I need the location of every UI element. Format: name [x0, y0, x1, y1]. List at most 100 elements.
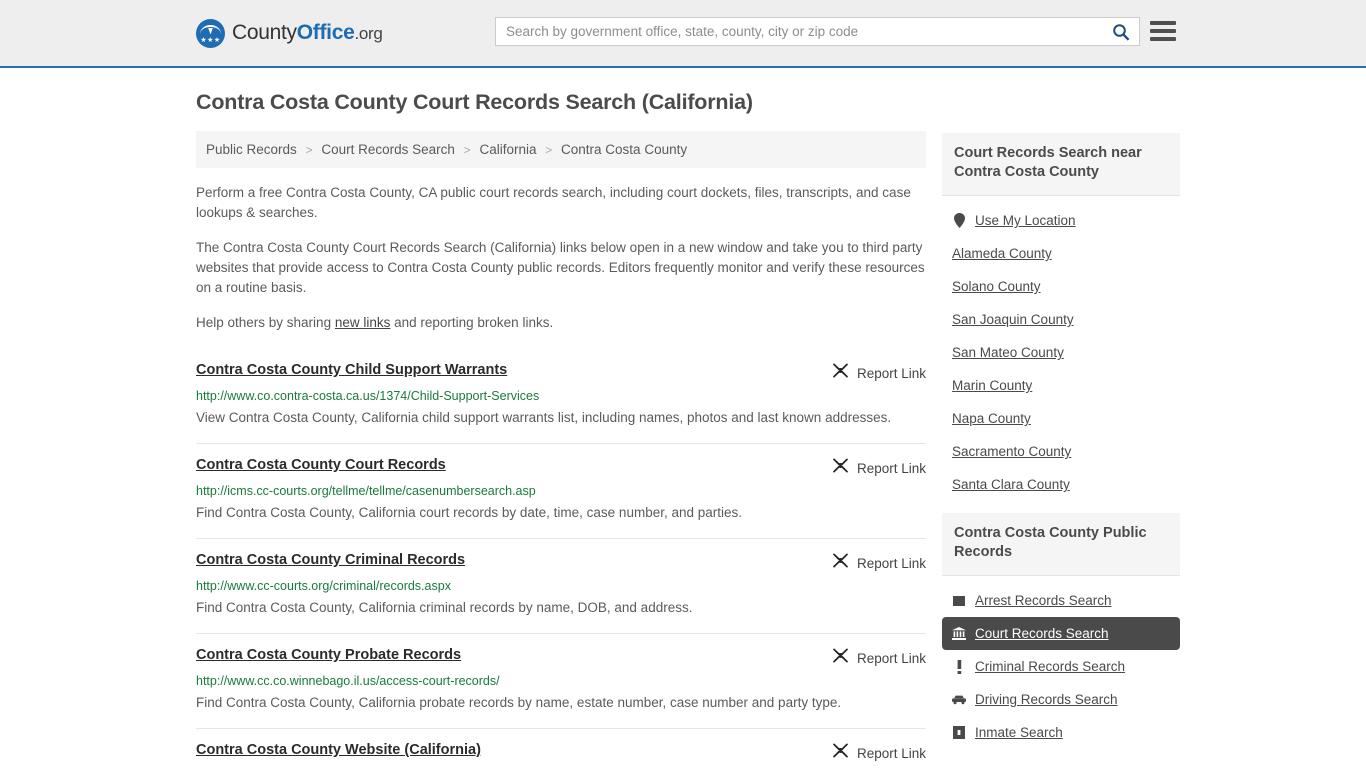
broken-link-icon [832, 362, 849, 384]
result-title-link[interactable]: Contra Costa County Probate Records [196, 646, 461, 665]
result-title-link[interactable]: Contra Costa County Child Support Warran… [196, 361, 507, 380]
sidebar-item-san-joaquin-county[interactable]: San Joaquin County [942, 303, 1180, 336]
result-url[interactable]: http://www.cc-courts.org/criminal/record… [196, 578, 926, 595]
fingerprint-icon [952, 595, 966, 607]
result-title-link[interactable]: Contra Costa County Criminal Records [196, 551, 465, 570]
report-link-button[interactable]: Report Link [816, 457, 926, 479]
sidebar-item-label: Alameda County [952, 246, 1052, 261]
breadcrumb-item-contra-costa-county[interactable]: Contra Costa County [561, 142, 687, 157]
sidebar-item-use-my-location[interactable]: Use My Location [942, 204, 1180, 237]
sidebar-item-label: San Joaquin County [952, 312, 1074, 327]
sidebar-item-marin-county[interactable]: Marin County [942, 369, 1180, 402]
sidebar-item-label: Arrest Records Search [975, 593, 1112, 608]
sidebar-item-alameda-county[interactable]: Alameda County [942, 237, 1180, 270]
hamburger-menu-icon[interactable] [1150, 19, 1176, 43]
result-description: Find Contra Costa County, California cri… [196, 596, 926, 620]
intro-paragraph-2: The Contra Costa County Court Records Se… [196, 238, 926, 298]
eagle-shield-logo-icon: ★★★ [196, 19, 225, 48]
brand-part-office: Office [297, 21, 355, 44]
result-description: Find Contra Costa County, California pro… [196, 691, 926, 715]
sidebar-item-label: Sacramento County [952, 444, 1071, 459]
sidebar-item-label: Court Records Search [975, 626, 1109, 641]
result-item: Contra Costa County Criminal Records Repo… [196, 538, 926, 633]
report-link-label: Report Link [857, 651, 926, 666]
intro-paragraph-1: Perform a free Contra Costa County, CA p… [196, 183, 926, 223]
result-header: Contra Costa County Probate Records Repor… [196, 646, 926, 669]
sidebar-item-driving-records-search[interactable]: Driving Records Search [942, 683, 1180, 716]
car-icon [952, 694, 966, 705]
sidebar-item-criminal-records-search[interactable]: Criminal Records Search [942, 650, 1180, 683]
report-link-label: Report Link [857, 366, 926, 381]
sidebar-item-san-mateo-county[interactable]: San Mateo County [942, 336, 1180, 369]
page-container: Contra Costa County Court Records Search… [0, 68, 1366, 768]
result-header: Contra Costa County Child Support Warran… [196, 361, 926, 384]
search-bar[interactable] [495, 17, 1140, 46]
report-link-label: Report Link [857, 461, 926, 476]
share-text-before: Help others by sharing [196, 315, 335, 330]
site-header: ★★★ CountyOffice.org [0, 0, 1366, 68]
search-icon [1112, 23, 1130, 41]
result-title-link[interactable]: Contra Costa County Court Records [196, 456, 446, 475]
content-columns: Public Records > Court Records Search > … [186, 115, 1180, 768]
result-item: Contra Costa County Child Support Warran… [196, 351, 926, 443]
sidebar-item-label: Criminal Records Search [975, 659, 1125, 674]
broken-link-icon [832, 552, 849, 574]
results-list: Contra Costa County Child Support Warran… [196, 351, 926, 768]
public-records-list: Arrest Records Search Court Records Searc… [942, 576, 1180, 749]
result-item: Contra Costa County Court Records Report … [196, 443, 926, 538]
sidebar-item-court-records-search[interactable]: Court Records Search [942, 617, 1180, 650]
sidebar-item-arrest-records-search[interactable]: Arrest Records Search [942, 584, 1180, 617]
breadcrumb: Public Records > Court Records Search > … [196, 131, 926, 168]
sidebar-item-label: Marin County [952, 378, 1032, 393]
brand-part-org: .org [354, 24, 382, 43]
result-url[interactable]: http://www.co.contra-costa.ca.us/1374/Ch… [196, 388, 926, 405]
sidebar-item-sacramento-county[interactable]: Sacramento County [942, 435, 1180, 468]
sidebar-item-label: Use My Location [975, 213, 1076, 228]
broken-link-icon [832, 647, 849, 669]
result-title-link[interactable]: Contra Costa County Website (California) [196, 741, 481, 760]
search-input[interactable] [496, 18, 1103, 45]
sidebar-item-label: Napa County [952, 411, 1031, 426]
new-links-link[interactable]: new links [335, 315, 391, 330]
result-description: Find Contra Costa County, California cou… [196, 501, 926, 525]
sidebar-item-label: Driving Records Search [975, 692, 1118, 707]
records-panel-heading: Contra Costa County Public Records [942, 513, 1180, 576]
result-header: Contra Costa County Website (California)… [196, 741, 926, 764]
sidebar-item-inmate-search[interactable]: Inmate Search [942, 716, 1180, 749]
sidebar-item-label: San Mateo County [952, 345, 1064, 360]
breadcrumb-item-california[interactable]: California [479, 142, 536, 157]
result-description: View Contra Costa County, California chi… [196, 406, 926, 430]
result-item: Contra Costa County Website (California)… [196, 728, 926, 768]
report-link-label: Report Link [857, 746, 926, 761]
sidebar-item-santa-clara-county[interactable]: Santa Clara County [942, 468, 1180, 501]
main-column: Public Records > Court Records Search > … [196, 115, 926, 768]
broken-link-icon [832, 742, 849, 764]
report-link-label: Report Link [857, 556, 926, 571]
breadcrumb-separator: > [301, 143, 318, 157]
site-logo[interactable]: ★★★ CountyOffice.org [196, 19, 383, 48]
sidebar-item-solano-county[interactable]: Solano County [942, 270, 1180, 303]
menu-bar-1 [1150, 21, 1176, 25]
menu-bar-3 [1150, 37, 1176, 41]
breadcrumb-item-court-records-search[interactable]: Court Records Search [321, 142, 455, 157]
sidebar-item-label: Santa Clara County [952, 477, 1070, 492]
report-link-button[interactable]: Report Link [816, 552, 926, 574]
public-records-panel: Contra Costa County Public Records Arres… [942, 513, 1180, 749]
report-link-button[interactable]: Report Link [816, 742, 926, 764]
logo-stars: ★★★ [196, 37, 225, 44]
result-url[interactable]: http://icms.cc-courts.org/tellme/tellme/… [196, 483, 926, 500]
result-url[interactable]: http://www.cc.co.winnebago.il.us/access-… [196, 673, 926, 690]
menu-bar-2 [1150, 29, 1176, 33]
breadcrumb-item-public-records[interactable]: Public Records [206, 142, 297, 157]
page-title: Contra Costa County Court Records Search… [186, 68, 1180, 115]
nearby-county-list: Use My Location Alameda County Solano Coun… [942, 196, 1180, 501]
nearby-panel-heading: Court Records Search near Contra Costa C… [942, 133, 1180, 196]
breadcrumb-separator: > [540, 143, 557, 157]
sidebar-item-napa-county[interactable]: Napa County [942, 402, 1180, 435]
search-button[interactable] [1103, 18, 1139, 45]
report-link-button[interactable]: Report Link [816, 362, 926, 384]
report-link-button[interactable]: Report Link [816, 647, 926, 669]
sidebar: Court Records Search near Contra Costa C… [942, 115, 1180, 768]
share-text-after: and reporting broken links. [390, 315, 553, 330]
sidebar-item-label: Inmate Search [975, 725, 1063, 740]
